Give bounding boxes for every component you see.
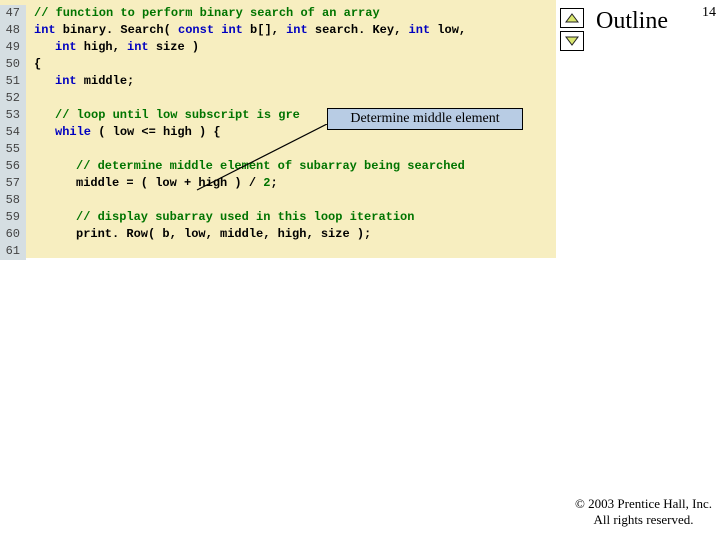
code-content: int high, int size ) [26,39,199,56]
code-line: 52 [0,90,556,107]
code-line: 59 // display subarray used in this loop … [0,209,556,226]
code-content: // loop until low subscript is gre [26,107,300,124]
outline-title: Outline [596,8,668,35]
nav-up-button[interactable] [560,8,584,28]
code-token: size ) [149,40,199,54]
code-token: int [127,40,149,54]
code-line: 60 print. Row( b, low, middle, high, size… [0,226,556,243]
line-number: 57 [0,175,26,192]
code-line: 48int binary. Search( const int b[], int… [0,22,556,39]
code-token: // determine middle element of subarray … [76,159,465,173]
outline-area: Outline [556,0,720,59]
code-token: b[], [243,23,286,37]
code-content: // function to perform binary search of … [26,5,380,22]
code-token: ( low <= high ) { [91,125,221,139]
code-line: 51int middle; [0,73,556,90]
code-content [26,90,34,107]
code-line: 58 [0,192,556,209]
line-number: 52 [0,90,26,107]
code-content: // display subarray used in this loop it… [26,209,414,226]
code-token: high, [77,40,127,54]
code-token: binary. Search( [56,23,178,37]
line-number: 54 [0,124,26,141]
code-content [26,243,34,260]
code-token: // function to perform binary search of … [34,6,380,20]
code-token: int [409,23,431,37]
code-token: // loop until low subscript is gre [55,108,300,122]
line-number: 51 [0,73,26,90]
line-number: 50 [0,56,26,73]
code-token: while [55,125,91,139]
code-token: int [286,23,308,37]
line-number: 56 [0,158,26,175]
footer-line1: © 2003 Prentice Hall, Inc. [575,496,712,512]
code-token: ; [270,176,277,190]
code-token: int [55,74,77,88]
code-line: 57middle = ( low + high ) / 2; [0,175,556,192]
line-number: 53 [0,107,26,124]
page-number: 14 [702,5,716,21]
code-line: 61 [0,243,556,260]
line-number: 60 [0,226,26,243]
code-line: 50 { [0,56,556,73]
line-number: 49 [0,39,26,56]
code-token: middle; [77,74,135,88]
line-number: 48 [0,22,26,39]
triangle-down-icon [565,36,579,46]
code-content: middle = ( low + high ) / 2; [26,175,278,192]
code-token: int [34,23,56,37]
line-number: 58 [0,192,26,209]
line-number: 47 [0,5,26,22]
code-line: 49int high, int size ) [0,39,556,56]
code-token: // display subarray used in this loop it… [76,210,414,224]
code-content: // determine middle element of subarray … [26,158,465,175]
code-content: int middle; [26,73,134,90]
code-content: print. Row( b, low, middle, high, size )… [26,226,371,243]
line-number: 55 [0,141,26,158]
code-content: while ( low <= high ) { [26,124,221,141]
code-content [26,192,34,209]
triangle-up-icon [565,13,579,23]
code-content [26,141,34,158]
code-token: print. Row( b, low, middle, high, size )… [76,227,371,241]
code-token: low, [430,23,466,37]
code-token: const int [178,23,243,37]
line-number: 59 [0,209,26,226]
callout-box: Determine middle element [327,108,523,130]
code-line: 56 // determine middle element of subarra… [0,158,556,175]
code-line: 47 // function to perform binary search o… [0,5,556,22]
code-token: { [34,57,41,71]
code-content: { [26,56,41,73]
nav-buttons [560,8,584,51]
code-token: int [55,40,77,54]
code-token: search. Key, [308,23,409,37]
nav-down-button[interactable] [560,31,584,51]
code-content: int binary. Search( const int b[], int s… [26,22,466,39]
footer-copyright: © 2003 Prentice Hall, Inc. All rights re… [575,496,712,528]
code-line: 55 [0,141,556,158]
line-number: 61 [0,243,26,260]
footer-line2: All rights reserved. [575,512,712,528]
code-token: middle = ( low + high ) / [76,176,263,190]
